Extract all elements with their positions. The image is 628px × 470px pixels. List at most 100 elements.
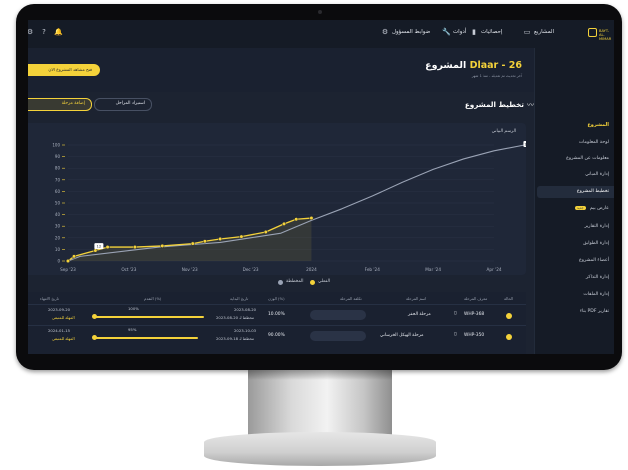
admin-controls-icon: ⚙: [381, 28, 389, 36]
point-label-text: 12: [96, 244, 101, 249]
app-screen: ⚙ ? 🔔 ⚙ ضوابط المسؤول 🔧 أدوات ▮ إحصائيات…: [28, 20, 614, 354]
phases-table: الحالة معرف المرحلة اسم المرحلة تكلفة ال…: [28, 292, 526, 354]
start-note: مخطط لـ 20-08-2023: [216, 315, 254, 320]
y-tick-label: 80: [55, 166, 61, 171]
status-indicator: [506, 334, 512, 340]
doc-icon: ▯: [454, 311, 457, 316]
table-row[interactable]: ▯ WHP-368 مرحلة الحفر 10.00% 2023-08-20 …: [28, 304, 526, 325]
sidebar-item-project-planning[interactable]: تخطيط المشروع: [577, 189, 609, 194]
start-date: 2023-08-20: [234, 307, 257, 312]
brand-name: BAYT-AL-MIMAR: [599, 29, 612, 41]
progress-value: 95%: [128, 327, 137, 332]
x-tick-label: Feb '24: [365, 267, 381, 272]
y-tick-label: 70: [55, 177, 61, 182]
col-weight: الوزن (%): [268, 296, 285, 301]
brand-logo[interactable]: BAYT-AL-MIMAR: [588, 27, 612, 41]
y-tick-label: 100: [52, 143, 60, 148]
project-header: المشروع Dlaar - 26 آخر تحديث تم تعديله -…: [28, 48, 534, 92]
sidebar-item-reports[interactable]: إدارة التقارير: [584, 224, 609, 229]
col-phase-name: اسم المرحلة: [406, 296, 427, 301]
point-label-text: 100: [524, 142, 526, 147]
planning-chart-card: الرسم البياني 0 10 20 30 40 50 60 70 80 90 100 Sep …: [28, 123, 526, 275]
y-tick-label: 40: [55, 212, 61, 217]
progress-knob: [92, 335, 97, 340]
legend-planned-label[interactable]: المخططة: [286, 279, 304, 284]
projects-icon: ▭: [523, 28, 531, 36]
project-title-label: المشروع: [425, 60, 467, 71]
phase-id[interactable]: WHP-368: [464, 312, 484, 317]
actual-point: [202, 239, 207, 244]
y-tick-label: 20: [55, 235, 61, 240]
add-phase-button[interactable]: إضافة مرحلة: [28, 98, 92, 111]
page-title: تخطيط المشروع: [464, 100, 524, 109]
x-tick-label: 2024: [306, 267, 317, 272]
import-phases-button[interactable]: استيراد المراحل: [94, 98, 152, 111]
sidebar-item-members[interactable]: أعضاء المشروع: [579, 258, 609, 263]
webcam-dot: [318, 10, 322, 14]
progress-bar: [94, 337, 198, 339]
phase-weight: 10.00%: [268, 312, 285, 317]
progress-bar: [94, 316, 204, 318]
actual-point: [72, 254, 77, 259]
end-note: المهلة للمتبقي: [52, 336, 75, 341]
phase-weight: 90.00%: [268, 333, 285, 338]
sidebar-heading: المشروع: [587, 122, 609, 128]
y-tick-label: 60: [55, 189, 61, 194]
sidebar-item-floors[interactable]: إدارة الطوابق: [583, 241, 609, 246]
sidebar-item-project-info[interactable]: معلومات عن المشروع: [566, 156, 609, 161]
monitor: ⚙ ? 🔔 ⚙ ضوابط المسؤول 🔧 أدوات ▮ إحصائيات…: [0, 0, 628, 470]
y-tick-label: 30: [55, 224, 61, 229]
col-phase-cost: تكلفة المرحلة: [340, 296, 362, 301]
sidebar-item-pdf-reports[interactable]: بناء PDF تقارير: [580, 309, 609, 314]
statistics-icon: ▮: [472, 28, 476, 36]
import-phases-label: استيراد المراحل: [115, 101, 145, 106]
open-snapshots-label: فتح مشاهد المشروع الان: [48, 67, 92, 72]
y-tick-label: 10: [55, 247, 61, 252]
planning-chart: 0 10 20 30 40 50 60 70 80 90 100 Sep '23 Oct '23 Nov …: [52, 141, 526, 272]
col-start-date: تاريخ البداية: [230, 296, 249, 301]
legend-planned-swatch: [278, 280, 283, 285]
actual-point: [239, 234, 244, 239]
open-snapshots-button[interactable]: فتح مشاهد المشروع الان: [28, 64, 100, 76]
table-row[interactable]: ▯ WHP-350 مرحلة الهيكل الخرساني 90.00% 2…: [28, 325, 526, 346]
top-navigation-bar: ⚙ ? 🔔 ⚙ ضوابط المسؤول 🔧 أدوات ▮ إحصائيات…: [28, 20, 614, 49]
sidebar-item-tickets[interactable]: إدارة التذاكر: [586, 275, 609, 280]
actual-point: [160, 243, 165, 248]
trend-icon: 〰: [527, 101, 534, 109]
nav-admin-controls[interactable]: ضوابط المسؤول: [392, 29, 430, 35]
nav-statistics[interactable]: إحصائيات: [481, 29, 502, 35]
settings-icon[interactable]: ⚙: [28, 28, 34, 36]
actual-point: [309, 216, 314, 221]
tools-icon: 🔧: [442, 28, 451, 36]
actual-point: [93, 248, 98, 253]
y-tick-label: 0: [57, 259, 60, 264]
progress-knob: [92, 314, 97, 319]
actual-point: [294, 217, 299, 222]
add-phase-label: إضافة مرحلة: [61, 101, 85, 106]
sidebar-item-bim-viewer[interactable]: عارض بيم: [590, 206, 609, 211]
legend-actual-label[interactable]: الفعلي: [318, 279, 330, 284]
help-icon[interactable]: ?: [40, 28, 48, 36]
x-tick-label: Sep '23: [60, 267, 76, 272]
actual-point: [132, 245, 137, 250]
sidebar-item-dashboard[interactable]: لوحة المعلومات: [579, 140, 609, 145]
actual-point: [190, 241, 195, 246]
nav-projects[interactable]: المشاريع: [534, 29, 554, 35]
notification-bell-icon[interactable]: 🔔: [54, 28, 63, 36]
end-date: 2024-01-15: [48, 328, 71, 333]
sidebar-item-files[interactable]: إدارة الملفات: [583, 292, 609, 297]
progress-value: 100%: [128, 306, 139, 311]
project-title: المشروع Dlaar - 26: [425, 60, 522, 71]
actual-point: [105, 245, 110, 250]
phase-name: مرحلة الهيكل الخرساني: [380, 333, 424, 338]
logo-mark-icon: [588, 28, 597, 37]
nav-tools[interactable]: أدوات: [453, 29, 466, 35]
y-tick-label: 90: [55, 154, 61, 159]
x-tick-label: Nov '23: [182, 267, 198, 272]
actual-point: [218, 236, 223, 242]
phase-id[interactable]: WHP-350: [464, 333, 484, 338]
sidebar-item-buildings[interactable]: إدارة المباني: [585, 172, 609, 177]
x-tick-label: Apr '24: [486, 267, 501, 272]
monitor-stand-shadow: [248, 370, 392, 380]
status-indicator: [506, 313, 512, 319]
